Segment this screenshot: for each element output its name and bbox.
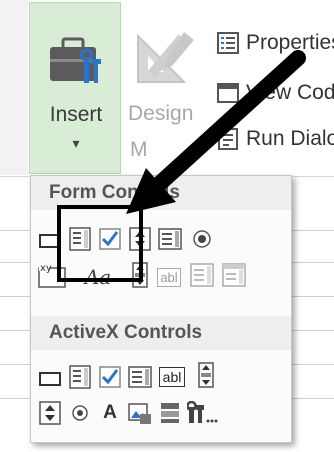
form-text-field-label: abl [157, 267, 181, 287]
chevron-down-icon: ▾ [72, 135, 80, 151]
form-option-button-control[interactable] [189, 226, 215, 252]
view-code-icon [217, 83, 239, 103]
form-combo-drop-down-edit-control[interactable] [221, 262, 247, 288]
activex-check-box-control[interactable] [97, 364, 123, 390]
gridline [292, 398, 334, 399]
activex-list-box-control[interactable] [127, 364, 153, 390]
activex-spin-button-control[interactable] [37, 400, 63, 426]
gridline [0, 262, 30, 263]
activex-combo-box-control[interactable] [67, 364, 93, 390]
activex-controls-header: ActiveX Controls [31, 316, 291, 350]
properties-icon [217, 32, 239, 54]
activex-label-text: A [103, 402, 117, 423]
gridline [0, 296, 30, 297]
activex-text-box-label: abl [158, 367, 186, 387]
gridline [292, 330, 334, 331]
more-controls-button[interactable] [187, 400, 219, 426]
gridline [0, 398, 30, 399]
run-dialog-label: Run Dialog [246, 127, 334, 150]
run-dialog-command[interactable]: Run Dialog [216, 122, 334, 156]
activex-image-control[interactable] [127, 400, 153, 426]
design-mode-icon [137, 32, 194, 83]
properties-label: Properties [246, 31, 334, 54]
form-combo-list-edit-control[interactable] [189, 262, 215, 288]
gridline [292, 230, 334, 231]
toolbox-icon [50, 37, 101, 83]
gridline [0, 230, 30, 231]
activex-label-control[interactable]: A [97, 400, 123, 426]
design-mode-label: Design [128, 102, 194, 125]
form-list-box-control[interactable] [157, 226, 183, 252]
run-dialog-icon [218, 128, 238, 150]
view-code-command[interactable]: View Code [216, 76, 334, 110]
ribbon-left-edge [0, 0, 28, 175]
activex-scroll-bar-control[interactable] [193, 362, 219, 388]
developer-ribbon: Insert ▾ Design M Properties View Code [0, 0, 334, 452]
highlight-box [57, 205, 143, 282]
properties-command[interactable]: Properties [216, 26, 334, 60]
design-mode-button[interactable]: Design M [126, 2, 214, 174]
activex-option-button-control[interactable] [67, 400, 93, 426]
gridline [292, 296, 334, 297]
gridline [292, 262, 334, 263]
gridline [292, 364, 334, 365]
gridline [0, 330, 30, 331]
svg-text:xy: xy [40, 263, 52, 274]
activex-text-box-control[interactable]: abl [157, 364, 187, 390]
insert-controls-button[interactable]: Insert ▾ [29, 2, 121, 174]
insert-label: Insert [49, 103, 103, 126]
form-text-field-control[interactable]: abl [155, 264, 183, 290]
activex-command-button-control[interactable] [37, 366, 63, 392]
design-mode-label-line2: M [130, 138, 148, 161]
view-code-label: View Code [246, 81, 334, 104]
gridline [0, 364, 30, 365]
activex-toggle-button-control[interactable] [157, 400, 183, 426]
